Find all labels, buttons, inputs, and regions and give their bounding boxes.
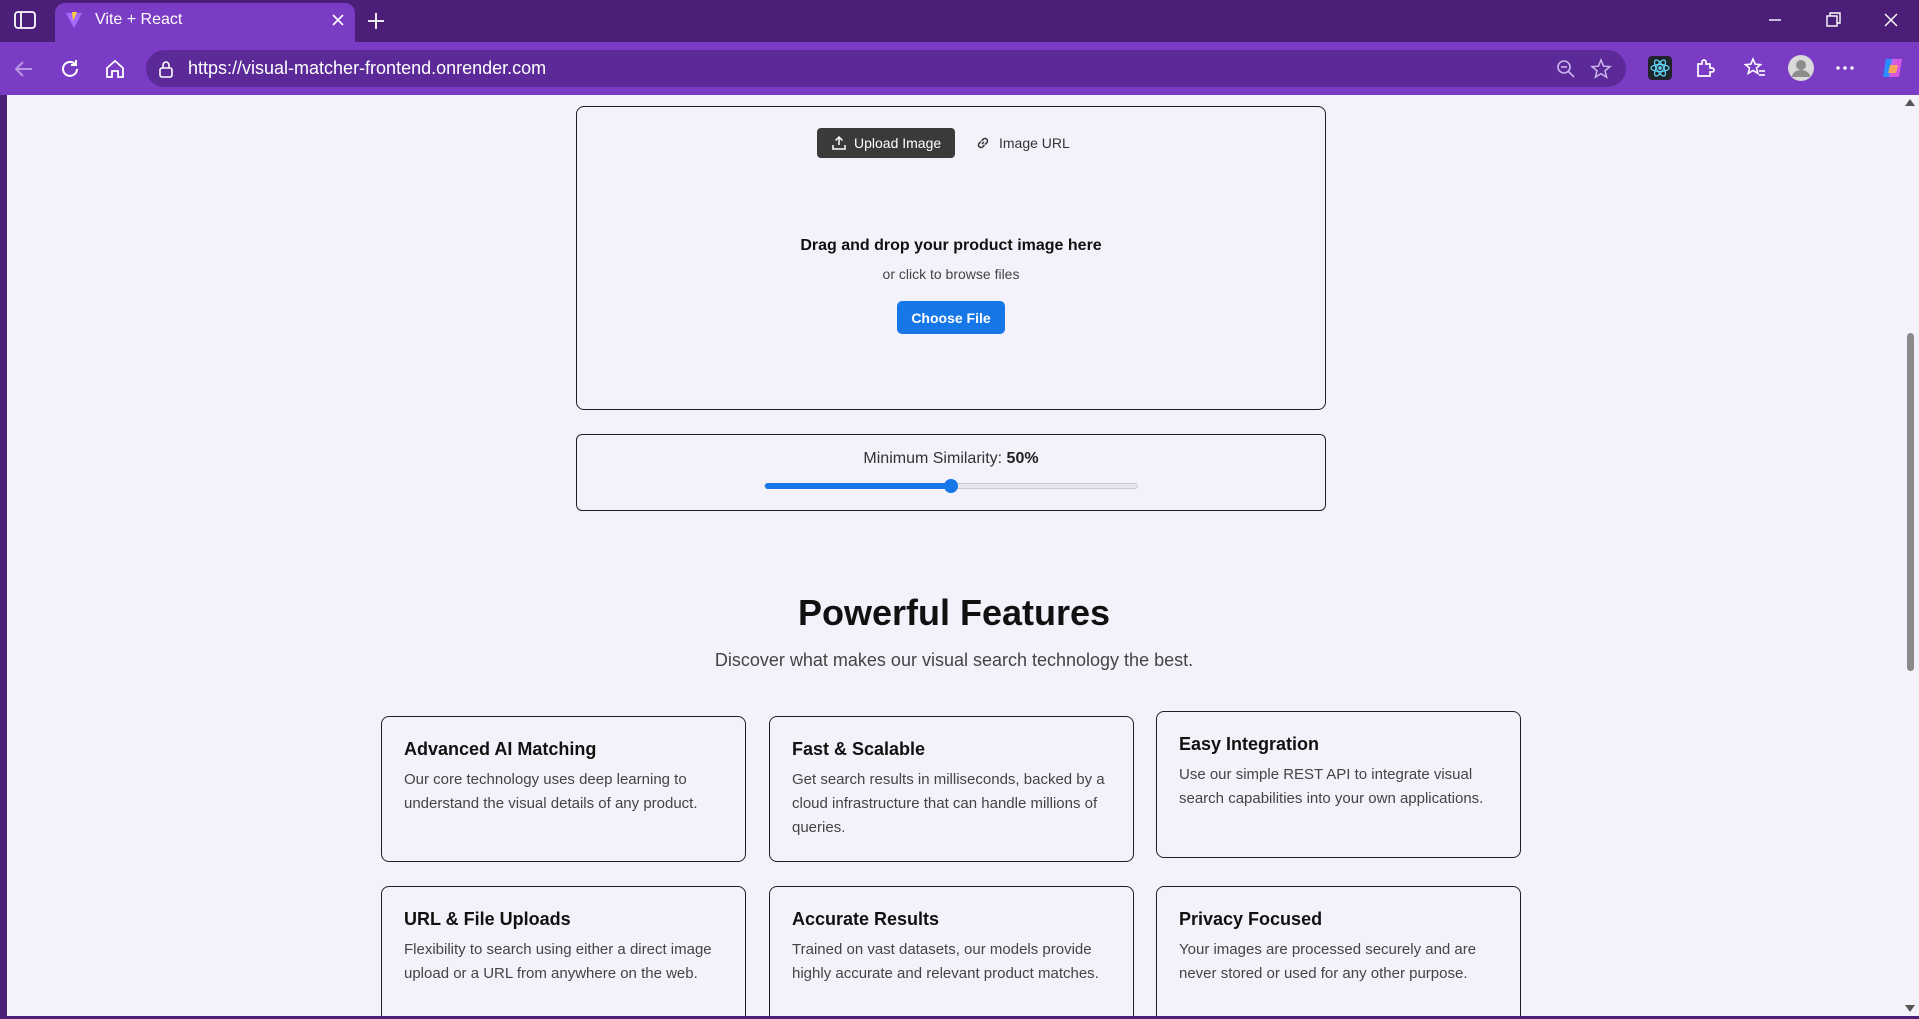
- close-tab-icon[interactable]: [329, 11, 347, 29]
- feature-title: Advanced AI Matching: [404, 739, 597, 759]
- feature-title: Easy Integration: [1179, 734, 1320, 754]
- restore-icon[interactable]: [1823, 10, 1843, 30]
- close-window-icon[interactable]: [1881, 10, 1901, 30]
- link-icon: [977, 137, 989, 149]
- feature-title: Accurate Results: [792, 909, 940, 929]
- similarity-value: 50%: [1006, 450, 1039, 467]
- browser-toolbar: https://visual-matcher-frontend.onrender…: [0, 42, 1919, 95]
- dropzone-title: Drag and drop your product image here: [800, 237, 1102, 254]
- page-scrollbar[interactable]: [1901, 95, 1919, 1016]
- tab-active[interactable]: Vite + React: [55, 3, 355, 42]
- feature-card: Accurate Results Trained on vast dataset…: [769, 886, 1134, 1016]
- page-viewport: Upload Image Image URL Drag and drop you…: [7, 95, 1901, 1016]
- upload-image-tab-label: Upload Image: [854, 135, 942, 151]
- minimize-icon[interactable]: [1765, 10, 1785, 30]
- dropzone-subtitle: or click to browse files: [882, 266, 1020, 282]
- feature-title: URL & File Uploads: [404, 909, 571, 929]
- feature-description: Get search results in milliseconds, back…: [792, 771, 1105, 836]
- feature-description: Our core technology uses deep learning t…: [404, 771, 698, 812]
- image-url-tab-label: Image URL: [999, 135, 1070, 151]
- feature-card: Advanced AI Matching Our core technology…: [381, 716, 746, 862]
- image-url-tab-button[interactable]: Image URL: [967, 128, 1077, 158]
- favorite-star-icon[interactable]: [1590, 58, 1612, 80]
- profile-avatar-icon[interactable]: [1787, 54, 1815, 82]
- feature-card: Privacy Focused Your images are processe…: [1156, 886, 1521, 1016]
- feature-description: Your images are processed securely and a…: [1179, 941, 1477, 982]
- zoom-out-icon[interactable]: [1556, 59, 1576, 79]
- feature-title: Fast & Scalable: [792, 739, 926, 759]
- vite-logo-icon: [66, 12, 82, 28]
- copilot-icon[interactable]: [1880, 55, 1906, 81]
- upload-dropzone[interactable]: Upload Image Image URL Drag and drop you…: [576, 106, 1326, 410]
- url-text[interactable]: https://visual-matcher-frontend.onrender…: [188, 58, 546, 79]
- extensions-puzzle-icon[interactable]: [1693, 56, 1717, 80]
- similarity-label-text: Minimum Similarity:: [863, 450, 1007, 467]
- feature-description: Trained on vast datasets, our models pro…: [792, 941, 1099, 982]
- similarity-slider-thumb[interactable]: [944, 479, 958, 493]
- similarity-panel: Minimum Similarity: 50%: [576, 434, 1326, 511]
- favorites-icon[interactable]: [1743, 56, 1767, 80]
- home-icon[interactable]: [103, 57, 127, 81]
- features-subheading: Discover what makes our visual search te…: [714, 650, 1194, 670]
- lock-icon[interactable]: [158, 60, 174, 78]
- new-tab-icon[interactable]: [364, 9, 388, 33]
- similarity-label: Minimum Similarity: 50%: [577, 450, 1325, 468]
- upload-image-tab-button[interactable]: Upload Image: [817, 128, 955, 158]
- react-devtools-icon[interactable]: [1648, 56, 1672, 80]
- more-options-icon[interactable]: [1833, 56, 1857, 80]
- feature-card: URL & File Uploads Flexibility to search…: [381, 886, 746, 1016]
- scrollbar-thumb[interactable]: [1907, 333, 1914, 671]
- feature-description: Flexibility to search using either a dir…: [404, 941, 712, 982]
- scroll-down-arrow-icon[interactable]: [1905, 1005, 1915, 1012]
- similarity-slider-fill: [765, 483, 951, 489]
- feature-card: Easy Integration Use our simple REST API…: [1156, 711, 1521, 858]
- similarity-slider[interactable]: [764, 479, 1138, 493]
- tab-title: Vite + React: [95, 11, 183, 28]
- back-icon[interactable]: [12, 57, 36, 81]
- tab-strip: Vite + React: [0, 0, 1919, 42]
- upload-icon: [832, 135, 846, 150]
- scroll-up-arrow-icon[interactable]: [1905, 99, 1915, 106]
- feature-card: Fast & Scalable Get search results in mi…: [769, 716, 1134, 862]
- feature-description: Use our simple REST API to integrate vis…: [1179, 766, 1484, 807]
- reload-icon[interactable]: [58, 57, 82, 81]
- features-heading: Powerful Features: [797, 592, 1111, 633]
- choose-file-button[interactable]: Choose File: [897, 301, 1005, 334]
- feature-title: Privacy Focused: [1179, 909, 1323, 929]
- address-bar[interactable]: https://visual-matcher-frontend.onrender…: [146, 50, 1626, 87]
- sidebar-toggle-icon[interactable]: [13, 10, 37, 30]
